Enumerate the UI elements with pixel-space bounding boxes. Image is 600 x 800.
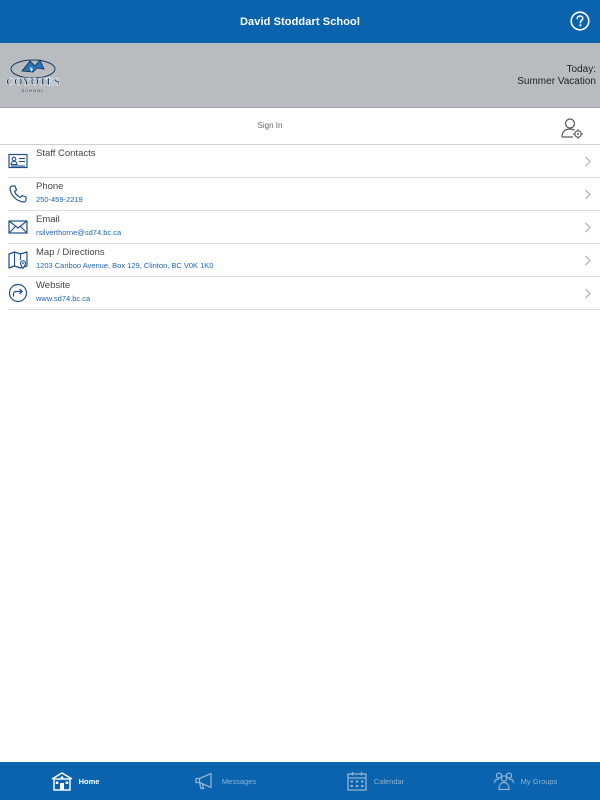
school-logo: COYOTES SCHOOL bbox=[6, 59, 60, 93]
link-arrow-icon bbox=[8, 283, 28, 303]
today-status: Today: Summer Vacation bbox=[517, 64, 596, 88]
tab-messages-label: Messages bbox=[221, 776, 257, 786]
email-title: Email bbox=[36, 214, 60, 225]
chevron-right-icon bbox=[585, 189, 591, 200]
top-bar: David Stoddart School bbox=[0, 0, 600, 43]
school-banner: COYOTES SCHOOL Today: Summer Vacation bbox=[0, 43, 600, 108]
chevron-right-icon bbox=[585, 288, 591, 299]
phone-title: Phone bbox=[36, 181, 64, 192]
website-title: Website bbox=[36, 280, 71, 291]
info-list: Staff Contacts Phone 250-459-2219 Email … bbox=[8, 145, 600, 310]
chevron-right-icon bbox=[585, 156, 591, 167]
tab-messages[interactable]: Messages bbox=[150, 762, 300, 800]
list-item-map-directions[interactable]: Map / Directions 1203 Cariboo Avenue, Bo… bbox=[8, 244, 600, 277]
website-url[interactable]: www.sd74.bc.ca bbox=[36, 294, 90, 303]
list-item-website[interactable]: Website www.sd74.bc.ca bbox=[8, 277, 600, 310]
bottom-tab-bar: Home Messages Calendar My Groups bbox=[0, 762, 600, 800]
logo-subtext: SCHOOL bbox=[22, 88, 45, 93]
email-address[interactable]: rsilverthorne@sd74.bc.ca bbox=[36, 228, 121, 237]
sign-in-row[interactable]: Sign In bbox=[0, 109, 600, 145]
tab-home[interactable]: Home bbox=[0, 762, 150, 800]
sign-in-label[interactable]: Sign In bbox=[0, 121, 540, 130]
tab-my-groups-label: My Groups bbox=[520, 776, 558, 786]
envelope-icon bbox=[8, 220, 28, 234]
phone-number[interactable]: 250-459-2219 bbox=[36, 195, 83, 204]
tab-calendar[interactable]: Calendar bbox=[300, 762, 450, 800]
groups-icon bbox=[493, 772, 514, 791]
list-item-email[interactable]: Email rsilverthorne@sd74.bc.ca bbox=[8, 211, 600, 244]
today-value: Summer Vacation bbox=[517, 76, 596, 87]
list-item-staff-contacts[interactable]: Staff Contacts bbox=[8, 145, 600, 178]
contact-card-icon bbox=[8, 153, 28, 169]
tab-home-label: Home bbox=[78, 776, 100, 786]
chevron-right-icon bbox=[585, 255, 591, 266]
today-label: Today: bbox=[566, 64, 596, 75]
page-title: David Stoddart School bbox=[239, 15, 361, 28]
tab-my-groups[interactable]: My Groups bbox=[450, 762, 600, 800]
user-settings-icon[interactable] bbox=[560, 116, 584, 140]
school-house-icon bbox=[51, 772, 72, 791]
logo-wordmark: COYOTES bbox=[6, 76, 60, 88]
map-directions-title: Map / Directions bbox=[36, 247, 105, 258]
list-item-phone[interactable]: Phone 250-459-2219 bbox=[8, 178, 600, 211]
staff-contacts-title: Staff Contacts bbox=[36, 148, 96, 159]
phone-icon bbox=[9, 185, 27, 203]
help-circle-icon[interactable] bbox=[570, 11, 590, 31]
tab-calendar-label: Calendar bbox=[373, 776, 405, 786]
map-icon bbox=[8, 251, 28, 270]
megaphone-icon bbox=[195, 772, 212, 790]
chevron-right-icon bbox=[585, 222, 591, 233]
school-address[interactable]: 1203 Cariboo Avenue, Box 129, Clinton, B… bbox=[36, 261, 213, 270]
calendar-icon bbox=[347, 772, 367, 791]
